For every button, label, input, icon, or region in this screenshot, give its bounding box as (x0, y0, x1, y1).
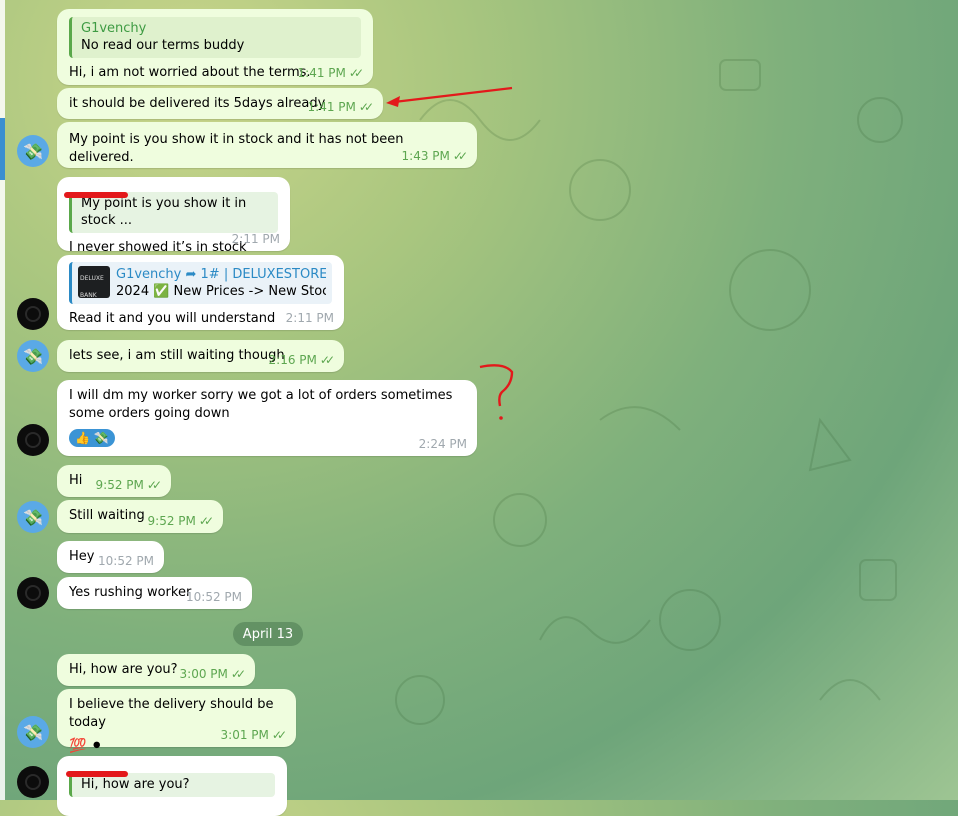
forward-preview-text: 2024 ✅ New Prices -> New Stock ... (116, 284, 326, 299)
message-time: 10:52 PM (186, 590, 242, 604)
avatar-icon: 💸 (23, 507, 43, 527)
message-time: 2:11 PM (285, 311, 334, 325)
avatar-icon: 💸 (23, 722, 43, 742)
message-time: 2:16 PM (268, 353, 317, 367)
message-bubble[interactable]: it should be delivered its 5days already… (57, 88, 383, 119)
reply-quote[interactable]: My point is you show it in stock ... (69, 192, 278, 233)
message-time: 2:24 PM (418, 437, 467, 451)
message-bubble[interactable]: DELUXE BANK G1venchy ➦ 1# | DELUXESTORE … (57, 255, 344, 330)
message-text: I will dm my worker sorry we got a lot o… (69, 388, 453, 421)
message-meta: 9:52 PM ✓✓ (95, 478, 163, 492)
message-bubble[interactable]: lets see, i am still waiting though 2:16… (57, 340, 344, 372)
avatar[interactable]: 💸 (17, 340, 49, 372)
message-bubble[interactable]: Hi 9:52 PM ✓✓ (57, 465, 171, 497)
read-ticks-icon: ✓✓ (230, 667, 246, 681)
message-time: 3:01 PM (220, 728, 269, 742)
message-bubble[interactable]: My point is you show it in stock and it … (57, 122, 477, 168)
avatar-icon (25, 585, 41, 601)
selection-indicator (0, 118, 5, 180)
read-ticks-icon: ✓✓ (348, 66, 364, 80)
message-meta: 2:11 PM (232, 232, 280, 246)
message-time: 1:41 PM (297, 66, 346, 80)
message-time: 9:52 PM (95, 478, 144, 492)
forwarded-preview[interactable]: DELUXE BANK G1venchy ➦ 1# | DELUXESTORE … (69, 262, 332, 304)
reply-quote[interactable]: G1venchy No read our terms buddy (69, 17, 361, 58)
avatar[interactable] (17, 298, 49, 330)
forward-author: G1venchy (116, 267, 182, 282)
quote-text: Hi, how are you? (81, 777, 190, 792)
red-arrow-annotation (386, 86, 513, 107)
message-bubble[interactable]: G1venchy No read our terms buddy Hi, i a… (57, 9, 373, 85)
read-ticks-icon: ✓✓ (358, 100, 374, 114)
message-bubble[interactable]: Hi, how are you? 3:00 PM ✓✓ (57, 654, 255, 686)
quote-text: No read our terms buddy (81, 38, 245, 53)
message-bubble[interactable]: Yes rushing worker 10:52 PM (57, 577, 252, 609)
avatar[interactable]: 💸 (17, 135, 49, 167)
date-separator: April 13 (233, 622, 303, 646)
redaction-mark (66, 771, 128, 777)
message-meta: 10:52 PM (186, 590, 242, 604)
message-time: 10:52 PM (98, 554, 154, 568)
avatar[interactable] (17, 577, 49, 609)
message-bubble[interactable]: My point is you show it in stock ... I n… (57, 177, 290, 255)
message-text: I believe the delivery should be today (69, 697, 274, 730)
avatar-icon (25, 774, 41, 790)
message-bubble[interactable]: Hey 10:52 PM (57, 541, 164, 573)
message-time: 1:41 PM (307, 100, 356, 114)
avatar[interactable]: 💸 (17, 716, 49, 748)
message-bubble[interactable]: Hi, how are you? (57, 756, 287, 816)
message-meta: 9:52 PM ✓✓ (147, 514, 215, 528)
channel-thumbnail: DELUXE BANK (78, 266, 110, 299)
red-question-annotation (479, 364, 514, 420)
redaction-mark (64, 192, 128, 198)
message-meta: 2:24 PM (419, 437, 467, 451)
message-meta: 2:11 PM (286, 311, 334, 325)
message-meta: 1:41 PM ✓✓ (297, 66, 365, 80)
message-meta: 3:01 PM ✓✓ (220, 728, 288, 742)
message-meta: 1:43 PM ✓✓ (401, 149, 469, 163)
quote-text: My point is you show it in stock ... (81, 196, 247, 228)
avatar[interactable] (17, 766, 49, 798)
read-ticks-icon: ✓✓ (271, 728, 287, 742)
message-meta: 1:41 PM ✓✓ (307, 100, 375, 114)
read-ticks-icon: ✓✓ (319, 353, 335, 367)
avatar-icon: 💸 (23, 346, 43, 366)
message-time: 9:52 PM (147, 514, 196, 528)
avatar-icon (25, 306, 41, 322)
message-bubble[interactable]: Still waiting 9:52 PM ✓✓ (57, 500, 223, 533)
message-time: 3:00 PM (179, 667, 228, 681)
message-time: 1:43 PM (401, 149, 450, 163)
avatar-icon (25, 432, 41, 448)
read-ticks-icon: ✓✓ (198, 514, 214, 528)
message-meta: 3:00 PM ✓✓ (179, 667, 247, 681)
avatar-icon: 💸 (23, 141, 43, 161)
forward-channel: ➦ 1# | DELUXESTORE 👑 (185, 267, 327, 282)
reaction-badge[interactable]: 👍 💸 (69, 429, 115, 447)
read-ticks-icon: ✓✓ (452, 149, 468, 163)
quote-author: G1venchy (81, 21, 147, 36)
message-meta: 2:16 PM ✓✓ (268, 353, 336, 367)
message-bubble[interactable]: I will dm my worker sorry we got a lot o… (57, 380, 477, 456)
message-bubble[interactable]: I believe the delivery should be today 💯… (57, 689, 296, 754)
avatar[interactable] (17, 424, 49, 456)
read-ticks-icon: ✓✓ (146, 478, 162, 492)
message-meta: 10:52 PM (98, 554, 154, 568)
message-time: 2:11 PM (231, 232, 280, 246)
avatar[interactable]: 💸 (17, 501, 49, 533)
